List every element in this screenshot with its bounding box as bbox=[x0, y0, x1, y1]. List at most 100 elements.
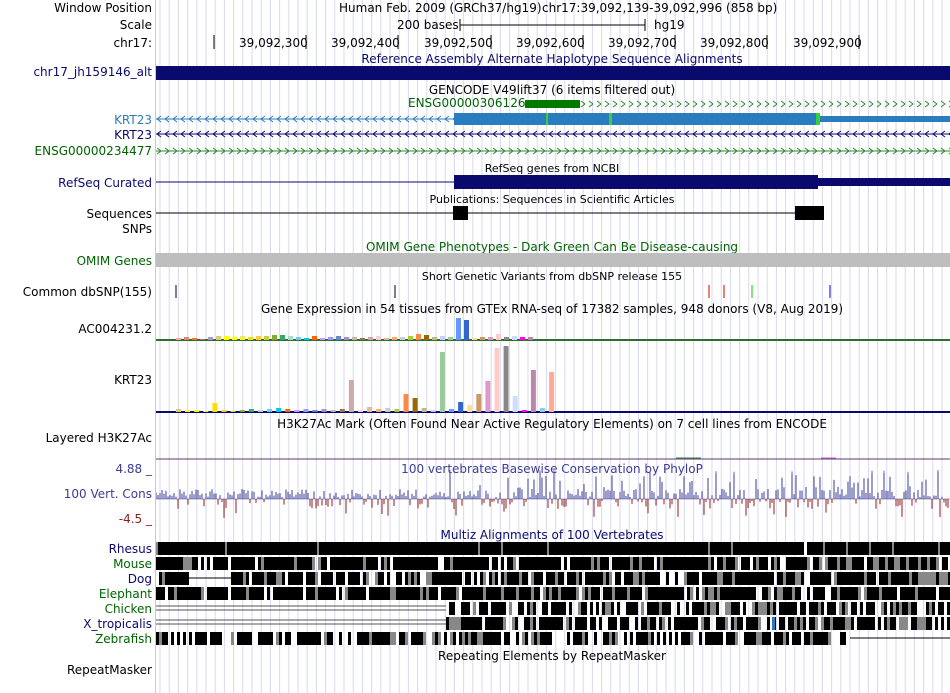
gtex-bar bbox=[360, 338, 365, 340]
gtex-bar bbox=[485, 381, 491, 412]
gtex-bar bbox=[520, 337, 525, 340]
species-label-rhesus[interactable]: Rhesus bbox=[109, 542, 152, 556]
gtex-bar bbox=[328, 337, 333, 340]
track-label-refseq[interactable]: RefSeq Curated bbox=[58, 176, 152, 190]
track-label-repeatmasker[interactable]: RepeatMasker bbox=[67, 663, 152, 677]
gtex-bar bbox=[367, 407, 373, 412]
track-label-phylop[interactable]: 100 Vert. Cons bbox=[64, 487, 152, 501]
gtex-bar bbox=[530, 370, 536, 412]
gtex-bar bbox=[312, 410, 318, 412]
gtex-bar bbox=[294, 410, 300, 412]
species-label-mouse[interactable]: Mouse bbox=[113, 557, 152, 571]
gtex-bar bbox=[421, 408, 427, 412]
gtex-bar bbox=[496, 334, 501, 340]
gtex-bar bbox=[488, 337, 493, 340]
phylop-conservation-plot[interactable] bbox=[156, 463, 950, 527]
ruler-tick-label: 39,092,400 bbox=[331, 36, 400, 50]
species-label-dog[interactable]: Dog bbox=[128, 572, 152, 586]
gtex-bar bbox=[448, 337, 453, 340]
gtex-bar bbox=[230, 411, 236, 412]
track-title-repeatmasker: Repeating Elements by RepeatMasker bbox=[438, 649, 666, 663]
track-label-alt-hap[interactable]: chr17_jh159146_alt bbox=[33, 65, 152, 79]
gtex-bar bbox=[376, 336, 381, 340]
gtex-bar bbox=[512, 396, 518, 412]
gtex-bar bbox=[344, 337, 349, 340]
gtex-bar bbox=[449, 409, 454, 412]
gtex-bar bbox=[185, 410, 191, 412]
gtex-bar bbox=[540, 408, 545, 412]
gtex-bar bbox=[467, 405, 473, 412]
gtex-bar bbox=[416, 334, 421, 340]
gene-label-krt23-comp[interactable]: KRT23 bbox=[114, 128, 152, 142]
ruler-tick-label: 39,092,500 bbox=[424, 36, 493, 50]
gtex-bar bbox=[221, 410, 227, 412]
gtex-bar bbox=[368, 337, 373, 340]
gtex-bar bbox=[288, 336, 293, 340]
gtex-bar bbox=[394, 409, 400, 412]
gtex-bar bbox=[424, 335, 429, 340]
track-label-sequences[interactable]: Sequences bbox=[87, 207, 152, 221]
gtex-bar bbox=[456, 318, 461, 340]
species-label-x-tropicalis[interactable]: X_tropicalis bbox=[83, 617, 152, 631]
gtex-bar bbox=[348, 380, 354, 412]
gene-label-ensg00000234477[interactable]: ENSG00000234477 bbox=[35, 144, 152, 158]
gtex-expression-bars[interactable] bbox=[156, 315, 950, 415]
gtex-bar bbox=[321, 409, 327, 412]
gtex-bar bbox=[264, 336, 269, 340]
gtex-bar bbox=[320, 338, 325, 340]
ruler-tick-label: 39,092,800 bbox=[700, 36, 769, 50]
gtex-bar bbox=[303, 409, 309, 412]
gtex-bar bbox=[203, 411, 209, 412]
h3k27ac-signal[interactable] bbox=[156, 452, 950, 462]
omim-gene-region[interactable] bbox=[156, 253, 950, 267]
gtex-bar bbox=[248, 337, 253, 340]
gtex-bar bbox=[403, 394, 409, 412]
gtex-bar bbox=[248, 409, 254, 412]
assembly-name: Human Feb. 2009 (GRCh37/hg19) bbox=[339, 1, 542, 15]
gtex-gene-label-ac004231[interactable]: AC004231.2 bbox=[78, 322, 152, 336]
gtex-bar bbox=[280, 335, 285, 340]
gtex-bar bbox=[272, 335, 277, 340]
gtex-bar bbox=[358, 410, 363, 412]
gtex-bar bbox=[330, 410, 336, 412]
phylop-max-label: 4.88 _ bbox=[115, 462, 152, 476]
track-label-omim[interactable]: OMIM Genes bbox=[77, 254, 152, 268]
track-title-h3k27ac: H3K27Ac Mark (Often Found Near Active Re… bbox=[277, 417, 827, 431]
multiz-alignment-blocks[interactable] bbox=[156, 542, 950, 648]
ruler-tick-label: 39,092,900 bbox=[793, 36, 862, 50]
refseq-gene-krt23[interactable] bbox=[156, 174, 950, 190]
track-label-snps[interactable]: SNPs bbox=[122, 222, 152, 236]
publication-sequences[interactable] bbox=[156, 205, 950, 221]
ruler-tick-label: 39,092,300 bbox=[239, 36, 308, 50]
gtex-bar bbox=[430, 410, 436, 412]
gtex-bar bbox=[352, 337, 357, 340]
alt-hap-alignment[interactable] bbox=[156, 66, 950, 80]
track-label-dbsnp[interactable]: Common dbSNP(155) bbox=[23, 285, 152, 299]
gtex-bar bbox=[549, 372, 555, 412]
gtex-bar bbox=[240, 336, 245, 340]
track-title-omim: OMIM Gene Phenotypes - Dark Green Can Be… bbox=[365, 240, 739, 254]
track-label-h3k27ac[interactable]: Layered H3K27Ac bbox=[46, 431, 152, 445]
gtex-bar bbox=[312, 336, 317, 340]
gtex-gene-label-krt23[interactable]: KRT23 bbox=[114, 373, 152, 387]
gtex-bar bbox=[339, 409, 345, 412]
species-label-zebrafish[interactable]: Zebrafish bbox=[95, 632, 152, 646]
gtex-bar bbox=[521, 410, 527, 412]
dbsnp-variants[interactable] bbox=[156, 283, 950, 299]
species-label-chicken[interactable]: Chicken bbox=[105, 602, 152, 616]
gtex-bar bbox=[216, 336, 221, 340]
gtex-bar bbox=[257, 410, 263, 412]
gtex-bar bbox=[512, 336, 517, 340]
position-readout[interactable]: chr17:39,092,139-39,092,996 (858 bp) bbox=[542, 1, 777, 15]
gtex-bar bbox=[239, 410, 245, 412]
gene-label-krt23-basic[interactable]: KRT23 bbox=[114, 113, 152, 127]
ruler-tick-label: 39,092,600 bbox=[516, 36, 585, 50]
gtex-bar bbox=[476, 394, 482, 412]
track-title-multiz: Multiz Alignments of 100 Vertebrates bbox=[440, 528, 664, 542]
gtex-bar bbox=[232, 337, 237, 340]
gtex-bar bbox=[276, 408, 282, 412]
gtex-bar bbox=[208, 337, 213, 340]
species-label-elephant[interactable]: Elephant bbox=[99, 587, 152, 601]
gtex-bar bbox=[400, 337, 405, 340]
gtex-bar bbox=[458, 402, 464, 412]
